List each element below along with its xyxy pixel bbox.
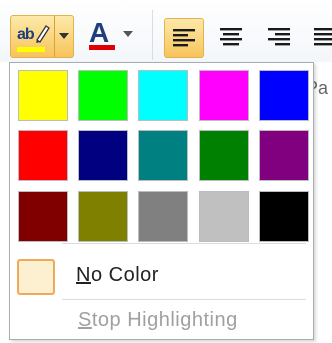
color-swatch[interactable] (18, 70, 68, 121)
color-swatch[interactable] (78, 130, 128, 181)
stop-highlighting-menu-item[interactable]: Stop Highlighting (10, 303, 313, 343)
color-swatch[interactable] (78, 70, 128, 121)
text-highlight-color-button[interactable]: ab (10, 15, 74, 58)
color-swatch[interactable] (18, 130, 68, 181)
color-swatch[interactable] (259, 70, 309, 121)
color-swatch[interactable] (199, 70, 249, 121)
color-swatch[interactable] (259, 130, 309, 181)
color-swatch[interactable] (199, 130, 249, 181)
align-justify-icon (314, 28, 332, 46)
highlight-color-dropdown: No Color Stop Highlighting (9, 62, 314, 340)
align-left-button[interactable] (164, 18, 204, 58)
color-swatch[interactable] (78, 191, 128, 242)
color-swatch[interactable] (259, 191, 309, 242)
align-center-icon (220, 28, 242, 46)
chevron-down-icon[interactable] (123, 31, 133, 37)
no-color-menu-item[interactable]: No Color (10, 250, 313, 305)
color-swatch[interactable] (138, 191, 188, 242)
color-swatch[interactable] (18, 191, 68, 242)
color-swatch[interactable] (199, 191, 249, 242)
current-highlight-swatch (17, 47, 45, 52)
highlight-ab-text: ab (17, 26, 35, 43)
font-color-button[interactable]: A (85, 17, 141, 57)
no-color-swatch (17, 259, 55, 295)
no-color-label: No Color (76, 264, 159, 286)
highlight-apply-button[interactable]: ab (11, 16, 55, 57)
ribbon-toolbar: ab A (0, 0, 332, 62)
menu-divider (62, 299, 306, 300)
stop-highlighting-label: Stop Highlighting (78, 309, 238, 331)
align-center-button[interactable] (212, 18, 252, 58)
align-right-button[interactable] (260, 18, 300, 58)
highlight-dropdown-arrow[interactable] (55, 16, 73, 57)
current-font-color-swatch (89, 45, 115, 50)
color-swatch[interactable] (138, 130, 188, 181)
align-left-icon (173, 29, 195, 47)
justify-button[interactable] (308, 18, 332, 58)
menu-divider (62, 243, 306, 244)
align-right-icon (268, 28, 290, 46)
color-swatch[interactable] (138, 70, 188, 121)
highlighter-pen-icon (36, 25, 50, 43)
toolbar-separator (152, 10, 153, 60)
chevron-down-icon (59, 33, 69, 39)
